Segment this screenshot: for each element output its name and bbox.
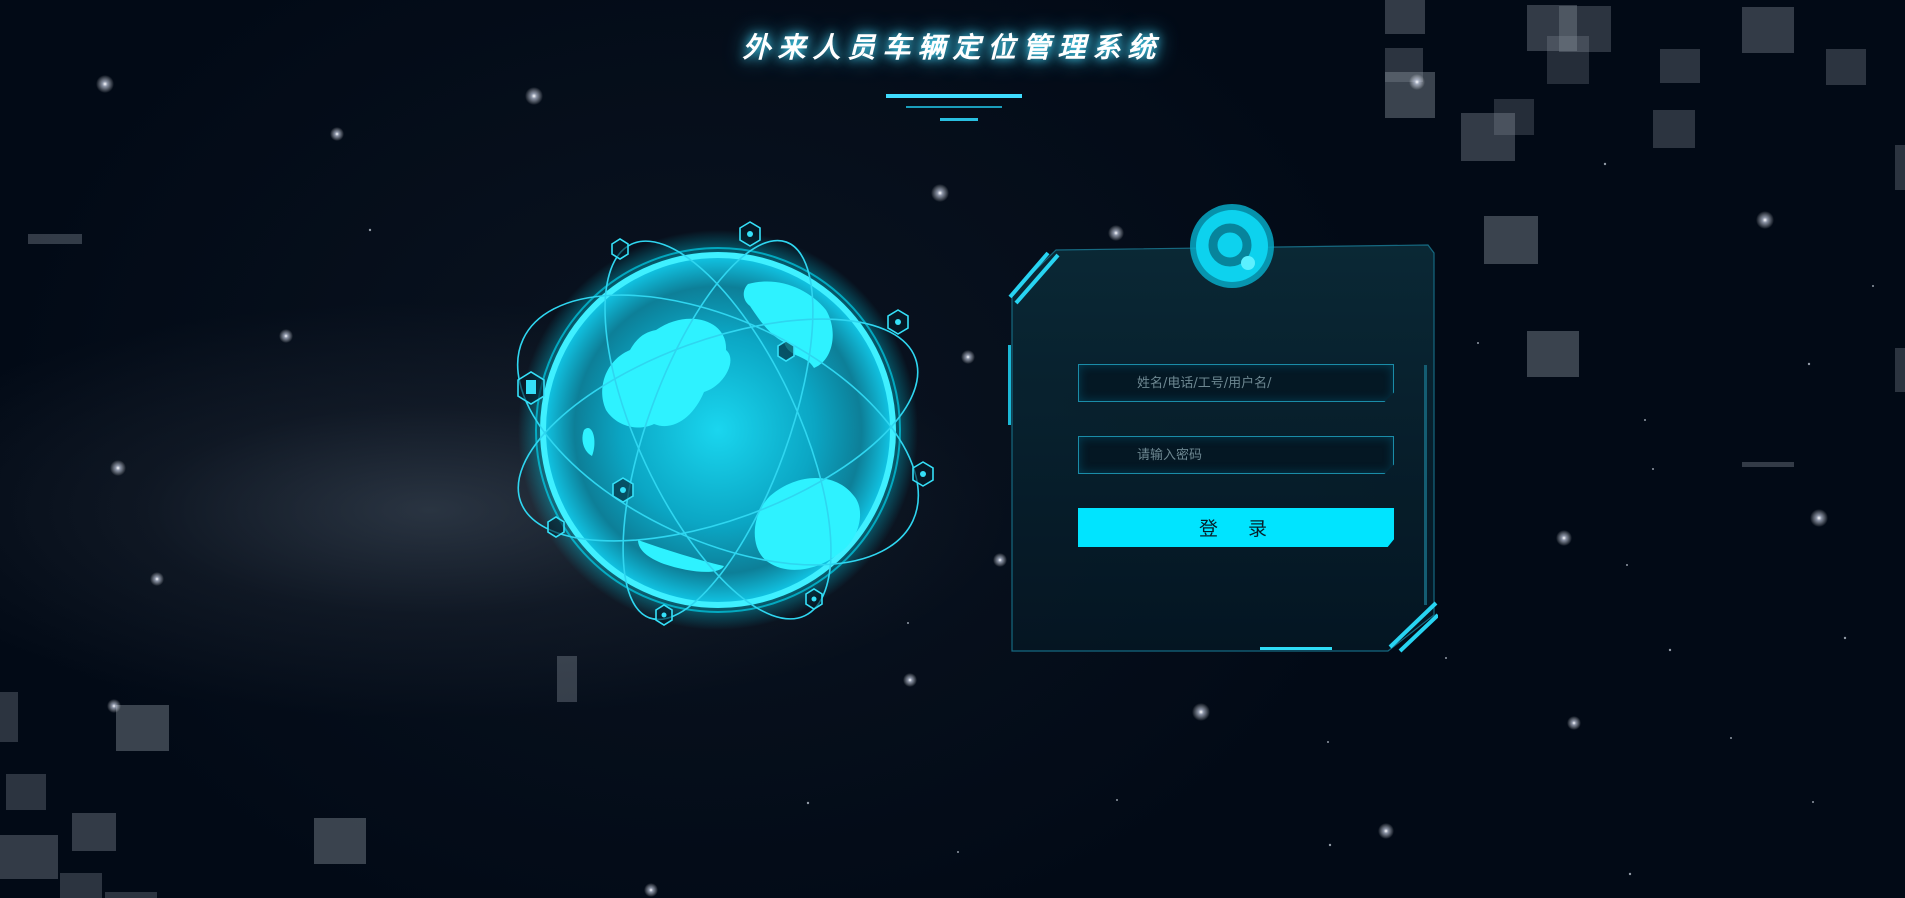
username-field xyxy=(1078,364,1394,402)
background-stars xyxy=(96,74,1874,897)
globe-network-icon xyxy=(516,221,934,630)
login-panel: 登 录 xyxy=(1008,204,1438,655)
page-title: 外来人员车辆定位管理系统 xyxy=(742,31,1163,64)
circular-q-logo-icon xyxy=(1190,204,1274,288)
background-squares xyxy=(0,0,1905,898)
title-underline-decoration xyxy=(886,94,1022,121)
login-button[interactable]: 登 录 xyxy=(1078,508,1394,547)
password-field xyxy=(1078,436,1394,474)
password-input[interactable] xyxy=(1079,437,1393,473)
starfield-background xyxy=(0,0,1905,898)
username-input[interactable] xyxy=(1079,365,1393,401)
login-page: 外来人员车辆定位管理系统 姓名/电话/工号/用户名/ 登 录 xyxy=(0,0,1905,898)
